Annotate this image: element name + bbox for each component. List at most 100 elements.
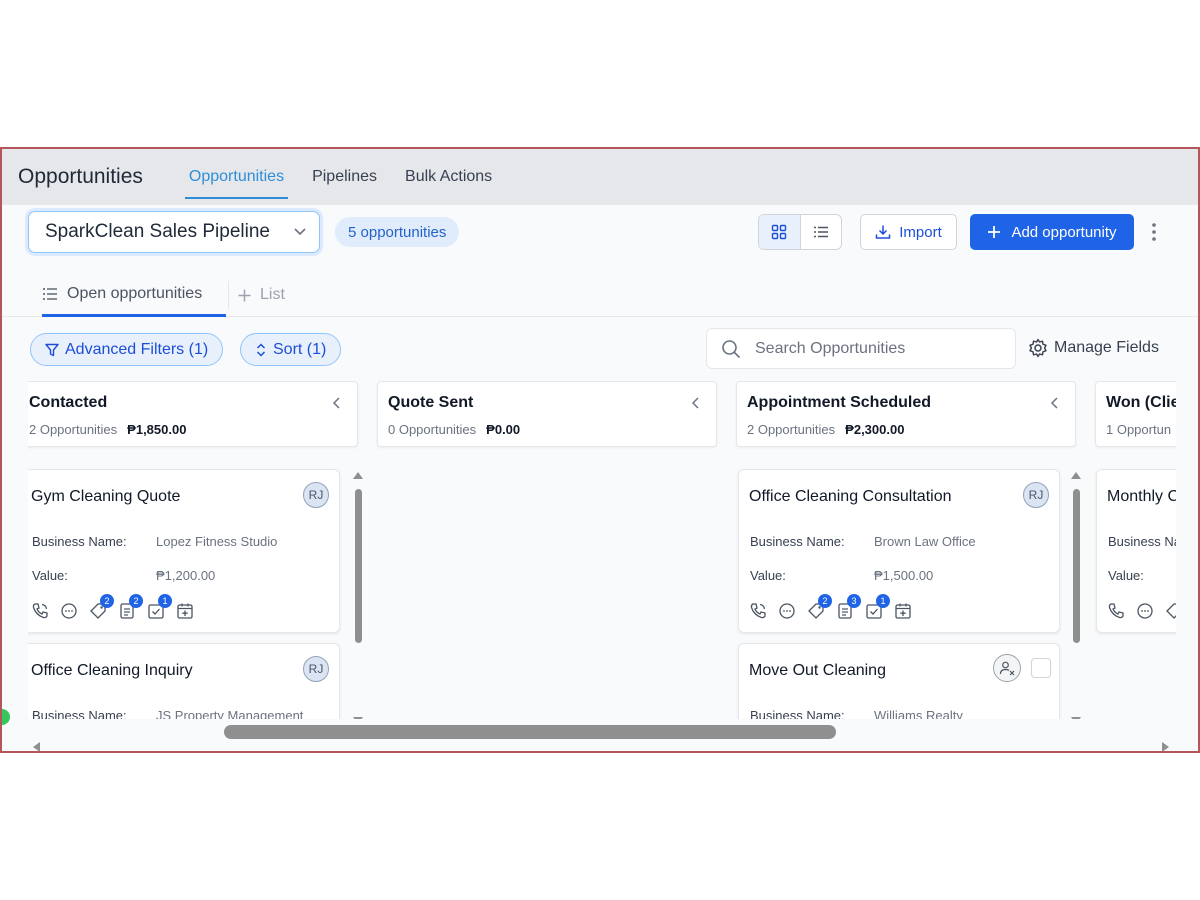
- kanban-board: Contacted 2 Opportunities ₱1,850.00 Quote…: [28, 381, 1176, 719]
- opportunity-count-badge: 5 opportunities: [335, 217, 460, 247]
- tab-opportunities[interactable]: Opportunities: [175, 149, 298, 205]
- scroll-up-arrow-icon[interactable]: [1071, 471, 1081, 479]
- card-field-business: Business Name: Williams Realty: [750, 708, 963, 719]
- scroll-left-arrow-icon[interactable]: [32, 742, 40, 752]
- tag-icon[interactable]: [1165, 602, 1176, 620]
- column-total: ₱0.00: [486, 422, 521, 437]
- sort-icon: [256, 342, 266, 357]
- chat-icon[interactable]: [60, 602, 78, 620]
- note-count-badge: 3: [847, 594, 861, 608]
- field-value: Brown Law Office: [874, 534, 976, 549]
- scroll-up-arrow-icon[interactable]: [353, 471, 363, 479]
- tag-count-badge: 2: [818, 594, 832, 608]
- card-field-business: Business Name:: [1108, 534, 1176, 549]
- phone-icon[interactable]: [1107, 602, 1125, 620]
- advanced-filters-label: Advanced Filters (1): [65, 340, 209, 358]
- scroll-down-arrow-icon[interactable]: [1071, 717, 1081, 719]
- column-count: 2 Opportunities: [747, 422, 836, 437]
- add-opportunity-button[interactable]: Add opportunity: [970, 214, 1134, 250]
- search-placeholder: Search Opportunities: [755, 339, 906, 357]
- chevron-left-icon[interactable]: [331, 396, 343, 410]
- opportunity-card[interactable]: Office Cleaning Inquiry RJ Business Name…: [28, 643, 340, 719]
- add-opportunity-label: Add opportunity: [1011, 223, 1117, 241]
- kebab-icon[interactable]: [1146, 220, 1162, 244]
- scroll-down-arrow-icon[interactable]: [353, 717, 363, 719]
- phone-icon[interactable]: [31, 602, 49, 620]
- avatar[interactable]: RJ: [303, 482, 329, 508]
- scroll-right-arrow-icon[interactable]: [1162, 742, 1170, 752]
- field-value: Lopez Fitness Studio: [156, 534, 278, 549]
- search-input[interactable]: Search Opportunities: [706, 328, 1016, 369]
- card-title: Office Cleaning Consultation: [749, 488, 952, 505]
- card-title: Monthly C: [1107, 488, 1176, 505]
- tag-icon[interactable]: 2: [807, 594, 832, 620]
- column-meta: 2 Opportunities ₱1,850.00: [29, 422, 186, 437]
- task-icon[interactable]: 1: [147, 594, 172, 620]
- sort-button[interactable]: Sort (1): [240, 333, 342, 366]
- manage-fields-label: Manage Fields: [1054, 339, 1159, 356]
- field-value: Williams Realty: [874, 708, 963, 719]
- scrollbar-thumb[interactable]: [1073, 489, 1080, 643]
- calendar-add-icon[interactable]: [894, 602, 912, 620]
- add-list-tab[interactable]: List: [238, 273, 285, 317]
- tab-bulk-actions[interactable]: Bulk Actions: [391, 149, 506, 205]
- sort-label: Sort (1): [273, 340, 327, 358]
- chat-icon[interactable]: [778, 602, 796, 620]
- column-header-contacted: Contacted 2 Opportunities ₱1,850.00: [28, 381, 358, 447]
- view-toggle: [758, 214, 842, 250]
- tag-icon[interactable]: 2: [89, 594, 114, 620]
- list-view-button[interactable]: [801, 215, 842, 249]
- column-title: Appointment Scheduled: [747, 394, 931, 411]
- subtab-bar: Open opportunities List: [2, 273, 1198, 317]
- column-scrollbar[interactable]: [1070, 471, 1082, 719]
- calendar-add-icon[interactable]: [176, 602, 194, 620]
- card-title: Move Out Cleaning: [749, 662, 886, 679]
- card-field-business: Business Name: Lopez Fitness Studio: [32, 534, 277, 549]
- opportunity-card[interactable]: Gym Cleaning Quote RJ Business Name: Lope…: [28, 469, 340, 633]
- import-button[interactable]: Import: [860, 214, 957, 250]
- select-checkbox[interactable]: [1031, 658, 1051, 678]
- plus-icon: [988, 226, 1001, 238]
- opportunity-card[interactable]: Move Out Cleaning Business Name: Williams…: [738, 643, 1060, 719]
- note-icon[interactable]: 3: [836, 594, 861, 620]
- tab-open-opportunities[interactable]: Open opportunities: [42, 273, 226, 317]
- column-header-appointment-scheduled: Appointment Scheduled 2 Opportunities ₱2,…: [736, 381, 1076, 447]
- phone-icon[interactable]: [749, 602, 767, 620]
- chevron-left-icon[interactable]: [690, 396, 702, 410]
- field-label: Business Name:: [32, 708, 127, 719]
- chat-icon[interactable]: [1136, 602, 1154, 620]
- field-label: Value:: [1108, 568, 1144, 583]
- chevron-left-icon[interactable]: [1049, 396, 1061, 410]
- tab-pipelines[interactable]: Pipelines: [298, 149, 391, 205]
- advanced-filters-button[interactable]: Advanced Filters (1): [30, 333, 224, 366]
- note-count-badge: 2: [129, 594, 143, 608]
- search-icon: [722, 339, 741, 358]
- field-label: Business Name:: [1108, 534, 1176, 549]
- manage-fields-button[interactable]: Manage Fields: [1028, 338, 1159, 358]
- divider: [228, 281, 229, 309]
- horizontal-scrollbar-thumb[interactable]: [224, 725, 836, 739]
- column-header-quote-sent: Quote Sent 0 Opportunities ₱0.00: [377, 381, 717, 447]
- column-meta: 2 Opportunities ₱2,300.00: [747, 422, 904, 437]
- pipeline-select[interactable]: SparkClean Sales Pipeline: [28, 211, 320, 253]
- avatar[interactable]: RJ: [1023, 482, 1049, 508]
- task-icon[interactable]: 1: [865, 594, 890, 620]
- opportunity-card[interactable]: Monthly C Business Name: Value:: [1096, 469, 1176, 633]
- page-title: Opportunities: [18, 165, 143, 188]
- import-icon: [875, 225, 891, 239]
- card-field-value: Value:: [1108, 568, 1176, 583]
- status-dot: [2, 709, 10, 725]
- column-meta: 1 Opportun: [1106, 422, 1171, 437]
- column-scrollbar[interactable]: [352, 471, 364, 719]
- unassigned-user-icon[interactable]: [993, 654, 1021, 682]
- field-value: ₱1,500.00: [874, 568, 934, 583]
- avatar[interactable]: RJ: [303, 656, 329, 682]
- opportunity-card[interactable]: Office Cleaning Consultation RJ Business…: [738, 469, 1060, 633]
- scrollbar-thumb[interactable]: [355, 489, 362, 643]
- filter-icon: [45, 343, 59, 356]
- column-title: Quote Sent: [388, 394, 474, 411]
- column-title: Contacted: [29, 394, 108, 411]
- note-icon[interactable]: 2: [118, 594, 143, 620]
- grid-view-button[interactable]: [759, 215, 801, 249]
- field-label: Business Name:: [750, 708, 845, 719]
